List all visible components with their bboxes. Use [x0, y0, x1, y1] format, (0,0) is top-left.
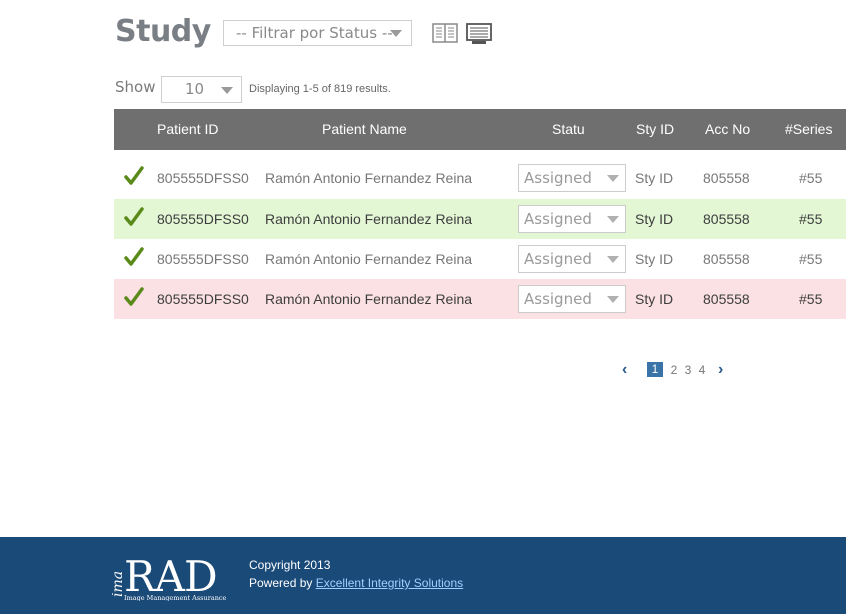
patient-name-cell: Ramón Antonio Fernandez Reina [265, 251, 473, 267]
chevron-down-icon [390, 30, 402, 37]
table-row[interactable]: 805555DFSS0 Ramón Antonio Fernandez Rein… [114, 279, 846, 319]
status-select[interactable]: Assigned [518, 245, 626, 273]
acc-no-cell: 805558 [703, 291, 750, 307]
check-icon [124, 247, 144, 266]
list-view-icon[interactable] [466, 23, 492, 45]
status-select[interactable]: Assigned [518, 205, 626, 233]
column-header-sty-id[interactable]: Sty ID [636, 109, 674, 150]
status-value: Assigned [524, 290, 592, 308]
acc-no-cell: 805558 [703, 211, 750, 227]
column-header-patient-name[interactable]: Patient Name [322, 109, 407, 150]
copyright-text: Copyright 2013 [249, 558, 331, 572]
patient-id-cell: 805555DFSS0 [157, 291, 249, 307]
series-cell: #55 [799, 170, 823, 186]
chevron-down-icon [607, 256, 619, 263]
powered-by-text: Powered by Excellent Integrity Solutions [249, 576, 463, 590]
acc-no-cell: 805558 [703, 251, 750, 267]
chevron-down-icon [607, 216, 619, 223]
company-link[interactable]: Excellent Integrity Solutions [316, 576, 463, 590]
sty-id-cell: Sty ID [635, 211, 674, 227]
svg-text:Image Management Assurance: Image Management Assurance [124, 594, 227, 601]
status-value: Assigned [524, 250, 592, 268]
series-cell: #55 [799, 251, 823, 267]
page-title: Study [115, 14, 211, 49]
patient-id-cell: 805555DFSS0 [157, 170, 249, 186]
series-cell: #55 [799, 211, 823, 227]
chevron-down-icon [607, 296, 619, 303]
status-filter-dropdown[interactable]: -- Filtrar por Status -- [223, 20, 412, 46]
patient-id-cell: 805555DFSS0 [157, 251, 249, 267]
status-value: Assigned [524, 210, 592, 228]
series-cell: #55 [799, 291, 823, 307]
show-label: Show [115, 78, 156, 96]
patient-name-cell: Ramón Antonio Fernandez Reina [265, 170, 473, 186]
results-info: Displaying 1-5 of 819 results. [249, 83, 391, 95]
page-3-link[interactable]: 3 [681, 362, 695, 378]
page-1-link[interactable]: 1 [647, 362, 663, 377]
chevron-left-icon[interactable]: ‹ [622, 362, 627, 378]
patient-id-cell: 805555DFSS0 [157, 211, 249, 227]
patient-name-cell: Ramón Antonio Fernandez Reina [265, 211, 473, 227]
status-filter-label: -- Filtrar por Status -- [236, 24, 393, 42]
column-header-status[interactable]: Statu [552, 109, 585, 150]
sty-id-cell: Sty ID [635, 291, 674, 307]
table-header: Patient ID Patient Name Statu Sty ID Acc… [114, 109, 846, 150]
status-select[interactable]: Assigned [518, 285, 626, 313]
check-icon [124, 207, 144, 226]
sty-id-cell: Sty ID [635, 170, 674, 186]
page-4-link[interactable]: 4 [695, 362, 709, 378]
table-row[interactable]: 805555DFSS0 Ramón Antonio Fernandez Rein… [114, 199, 846, 239]
acc-no-cell: 805558 [703, 170, 750, 186]
imarad-logo: ima RAD Image Management Assurance [112, 552, 227, 601]
status-select[interactable]: Assigned [518, 164, 626, 192]
page-size-select[interactable]: 10 [161, 76, 242, 103]
detail-view-icon[interactable] [432, 23, 458, 43]
table-row[interactable]: 805555DFSS0 Ramón Antonio Fernandez Rein… [114, 239, 846, 279]
check-icon [124, 166, 144, 185]
page-2-link[interactable]: 2 [667, 362, 681, 378]
sty-id-cell: Sty ID [635, 251, 674, 267]
chevron-down-icon [607, 175, 619, 182]
table-row[interactable]: 805555DFSS0 Ramón Antonio Fernandez Rein… [114, 158, 846, 198]
page-size-value: 10 [185, 80, 205, 98]
column-header-acc-no[interactable]: Acc No [705, 109, 750, 150]
powered-by-label: Powered by [249, 576, 313, 590]
patient-name-cell: Ramón Antonio Fernandez Reina [265, 291, 473, 307]
status-value: Assigned [524, 169, 592, 187]
footer: ima RAD Image Management Assurance Copyr… [0, 537, 846, 614]
column-header-patient-id[interactable]: Patient ID [157, 109, 218, 150]
check-icon [124, 287, 144, 306]
chevron-down-icon [221, 87, 233, 94]
chevron-right-icon[interactable]: › [718, 362, 723, 378]
column-header-series[interactable]: #Series [785, 109, 832, 150]
